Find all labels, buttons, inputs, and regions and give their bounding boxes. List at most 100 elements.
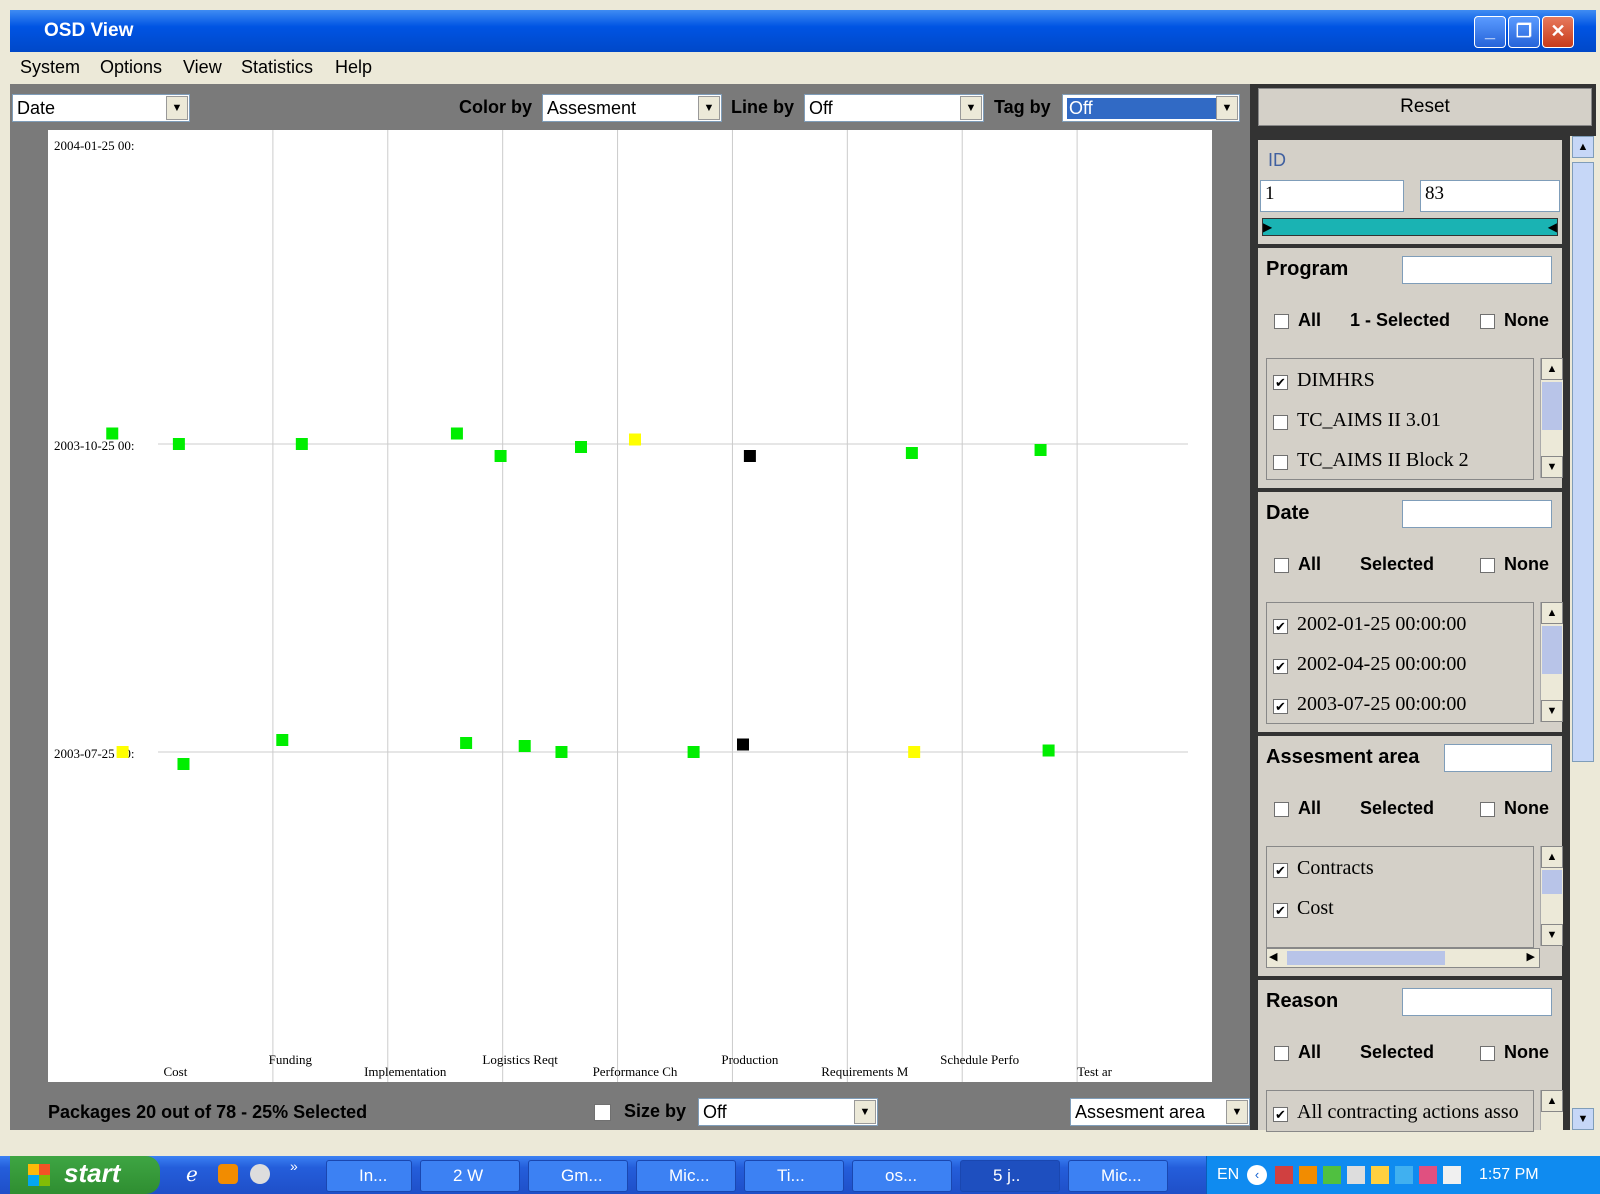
assesment-search-input[interactable]	[1444, 744, 1552, 772]
browser-quicklaunch-icon[interactable]	[250, 1164, 270, 1184]
minimize-button[interactable]: _	[1474, 16, 1506, 48]
list-item[interactable]: Cost	[1297, 897, 1334, 920]
reset-button[interactable]: Reset	[1258, 88, 1592, 126]
tag-by-select[interactable]: Off ▼	[1062, 94, 1240, 122]
date-item-checkbox[interactable]: ✔	[1273, 659, 1288, 674]
date-search-input[interactable]	[1402, 500, 1552, 528]
tray-security-icon[interactable]	[1323, 1166, 1341, 1184]
scroll-thumb[interactable]	[1572, 162, 1594, 762]
tray-volume-icon[interactable]	[1419, 1166, 1437, 1184]
scroll-down-icon[interactable]: ▼	[1541, 456, 1563, 478]
scroll-down-icon[interactable]: ▼	[1572, 1108, 1594, 1130]
sidebar-scrollbar[interactable]: ▲ ▼	[1570, 136, 1596, 1130]
scroll-up-icon[interactable]: ▲	[1541, 358, 1563, 380]
taskbar-item-timer[interactable]: Ti...	[744, 1160, 844, 1192]
outlook-quicklaunch-icon[interactable]	[218, 1164, 238, 1184]
taskbar-item-osd[interactable]: os...	[852, 1160, 952, 1192]
reason-search-input[interactable]	[1402, 988, 1552, 1016]
menu-help[interactable]: Help	[335, 57, 372, 78]
slider-left-handle-icon[interactable]: ▶	[1263, 219, 1272, 235]
scroll-thumb[interactable]	[1542, 870, 1562, 894]
program-item-checkbox[interactable]	[1273, 455, 1288, 470]
date-list-scrollbar[interactable]: ▲ ▼	[1540, 602, 1563, 722]
y-axis-select[interactable]: Date ▼	[12, 94, 190, 122]
tray-network-icon[interactable]	[1275, 1166, 1293, 1184]
language-indicator[interactable]: EN	[1217, 1166, 1239, 1184]
program-list-scrollbar[interactable]: ▲ ▼	[1540, 358, 1563, 478]
reason-list: ✔ All contracting actions asso	[1266, 1090, 1534, 1132]
group-by-select[interactable]: Assesment area ▼	[1070, 1098, 1250, 1126]
chevron-left-icon[interactable]: ‹	[1247, 1165, 1267, 1185]
tray-wireless-icon[interactable]	[1395, 1166, 1413, 1184]
date-item-checkbox[interactable]: ✔	[1273, 699, 1288, 714]
list-item[interactable]: 2003-07-25 00:00:00	[1297, 693, 1466, 716]
assesment-none-checkbox[interactable]	[1480, 802, 1495, 817]
program-item-checkbox[interactable]: ✔	[1273, 375, 1288, 390]
program-none-checkbox[interactable]	[1480, 314, 1495, 329]
taskbar-item-explorer[interactable]: 2 W	[420, 1160, 520, 1192]
menu-system[interactable]: System	[20, 57, 80, 78]
id-min-field[interactable]: 1	[1260, 180, 1404, 212]
date-all-checkbox[interactable]	[1274, 558, 1289, 573]
assesment-list-scrollbar[interactable]: ▲ ▼	[1540, 846, 1563, 946]
scroll-up-icon[interactable]: ▲	[1541, 846, 1563, 868]
tray-outlook-icon[interactable]	[1299, 1166, 1317, 1184]
scroll-up-icon[interactable]: ▲	[1572, 136, 1594, 158]
tray-app-icon[interactable]	[1347, 1166, 1365, 1184]
list-item[interactable]: 2002-01-25 00:00:00	[1297, 613, 1466, 636]
program-search-input[interactable]	[1402, 256, 1552, 284]
taskbar-item-java[interactable]: 5 j..	[960, 1160, 1060, 1192]
assesment-item-checkbox[interactable]: ✔	[1273, 903, 1288, 918]
reason-item-checkbox[interactable]: ✔	[1273, 1107, 1288, 1122]
tray-user-icon[interactable]	[1443, 1166, 1461, 1184]
plot-area[interactable]: 2004-01-25 00: 2003-10-25 00: 2003-07-25 0…	[48, 130, 1212, 1082]
chevron-right-icon[interactable]: »	[290, 1158, 298, 1174]
scroll-down-icon[interactable]: ▼	[1541, 924, 1563, 946]
close-button[interactable]: ✕	[1542, 16, 1574, 48]
menu-view[interactable]: View	[183, 57, 222, 78]
size-by-checkbox[interactable]	[594, 1104, 611, 1121]
scroll-down-icon[interactable]: ▼	[1541, 700, 1563, 722]
reason-none-checkbox[interactable]	[1480, 1046, 1495, 1061]
list-item[interactable]: TC_AIMS II Block 2	[1297, 449, 1469, 472]
date-item-checkbox[interactable]: ✔	[1273, 619, 1288, 634]
color-by-select[interactable]: Assesment ▼	[542, 94, 722, 122]
menu-statistics[interactable]: Statistics	[241, 57, 313, 78]
id-max-field[interactable]: 83	[1420, 180, 1560, 212]
list-item[interactable]: TC_AIMS II 3.01	[1297, 409, 1441, 432]
scroll-right-icon[interactable]: ▶	[1527, 950, 1535, 963]
list-item[interactable]: Contracts	[1297, 857, 1374, 880]
title-bar: OSD View _ ❐ ✕	[10, 10, 1596, 52]
program-item-checkbox[interactable]	[1273, 415, 1288, 430]
size-by-select[interactable]: Off ▼	[698, 1098, 878, 1126]
scroll-thumb[interactable]	[1542, 382, 1562, 430]
taskbar-item-outlook[interactable]: In...	[326, 1160, 412, 1192]
slider-right-handle-icon[interactable]: ◀	[1548, 219, 1557, 235]
program-all-checkbox[interactable]	[1274, 314, 1289, 329]
list-item[interactable]: DIMHRS	[1297, 369, 1375, 392]
date-none-checkbox[interactable]	[1480, 558, 1495, 573]
list-item[interactable]: All contracting actions asso	[1297, 1101, 1519, 1124]
restore-button[interactable]: ❐	[1508, 16, 1540, 48]
list-item[interactable]: 2002-04-25 00:00:00	[1297, 653, 1466, 676]
tray-mail-icon[interactable]	[1371, 1166, 1389, 1184]
menu-options[interactable]: Options	[100, 57, 162, 78]
reason-all-checkbox[interactable]	[1274, 1046, 1289, 1061]
assesment-hscrollbar[interactable]: ◀ ▶	[1266, 948, 1540, 968]
id-range-slider[interactable]: ▶ ◀	[1262, 218, 1558, 236]
scroll-thumb[interactable]	[1287, 951, 1445, 965]
scroll-up-icon[interactable]: ▲	[1541, 1090, 1563, 1112]
ie-quicklaunch-icon[interactable]: ℯ	[186, 1162, 210, 1186]
taskbar-item-gmail[interactable]: Gm...	[528, 1160, 628, 1192]
assesment-all-checkbox[interactable]	[1274, 802, 1289, 817]
start-button[interactable]: start	[10, 1156, 160, 1194]
assesment-item-checkbox[interactable]: ✔	[1273, 863, 1288, 878]
taskbar-item-excel[interactable]: Mic...	[636, 1160, 736, 1192]
date-filter-panel: Date All Selected None ✔ 2002-01-25 00:0…	[1258, 492, 1563, 732]
scroll-thumb[interactable]	[1542, 626, 1562, 674]
scroll-up-icon[interactable]: ▲	[1541, 602, 1563, 624]
taskbar-item-powerpoint[interactable]: Mic...	[1068, 1160, 1168, 1192]
line-by-select[interactable]: Off ▼	[804, 94, 984, 122]
scroll-left-icon[interactable]: ◀	[1269, 950, 1277, 963]
reason-list-scrollbar[interactable]: ▲	[1540, 1090, 1563, 1130]
